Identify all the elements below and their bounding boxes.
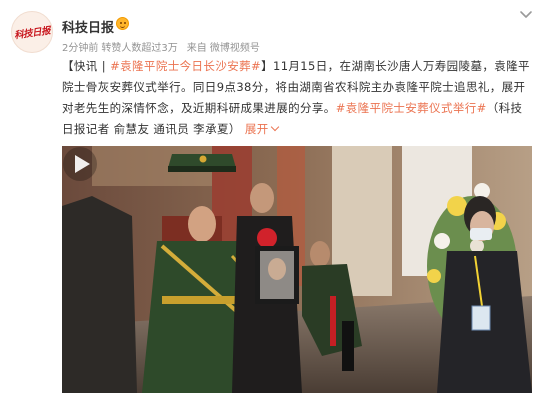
post-text: 【快讯 | #袁隆平院士今日长沙安葬#】11月15日，在湖南长沙唐人万寿园陵墓，… (62, 56, 532, 140)
avatar[interactable]: 科技日报 (11, 11, 53, 53)
video-frame (62, 146, 532, 393)
repost-count-note: 转赞人数超过3万 (101, 43, 178, 54)
expand-link[interactable]: 展开 (244, 122, 279, 136)
video-player[interactable] (62, 146, 532, 393)
post-text-prefix: 【快讯 | (62, 59, 111, 73)
author-name[interactable]: 科技日报 (62, 17, 114, 36)
expand-label: 展开 (244, 122, 269, 136)
post-meta: 2分钟前 转赞人数超过3万 来自 微博视频号 (62, 39, 260, 54)
post-time[interactable]: 2分钟前 (62, 39, 98, 54)
vip-smile-icon (116, 17, 129, 30)
post-source: 来自 微博视频号 (186, 43, 260, 54)
chevron-down-icon (270, 122, 279, 132)
play-icon[interactable] (62, 146, 98, 182)
chevron-down-icon[interactable] (518, 7, 534, 23)
weibo-post: 科技日报 科技日报 2分钟前 转赞人数超过3万 来自 微博视频号 【快讯 | #… (0, 0, 554, 393)
topic-link[interactable]: #袁隆平院士安葬仪式举行# (336, 101, 487, 115)
avatar-logo: 科技日报 (13, 25, 51, 42)
topic-link[interactable]: #袁隆平院士今日长沙安葬# (110, 59, 261, 73)
